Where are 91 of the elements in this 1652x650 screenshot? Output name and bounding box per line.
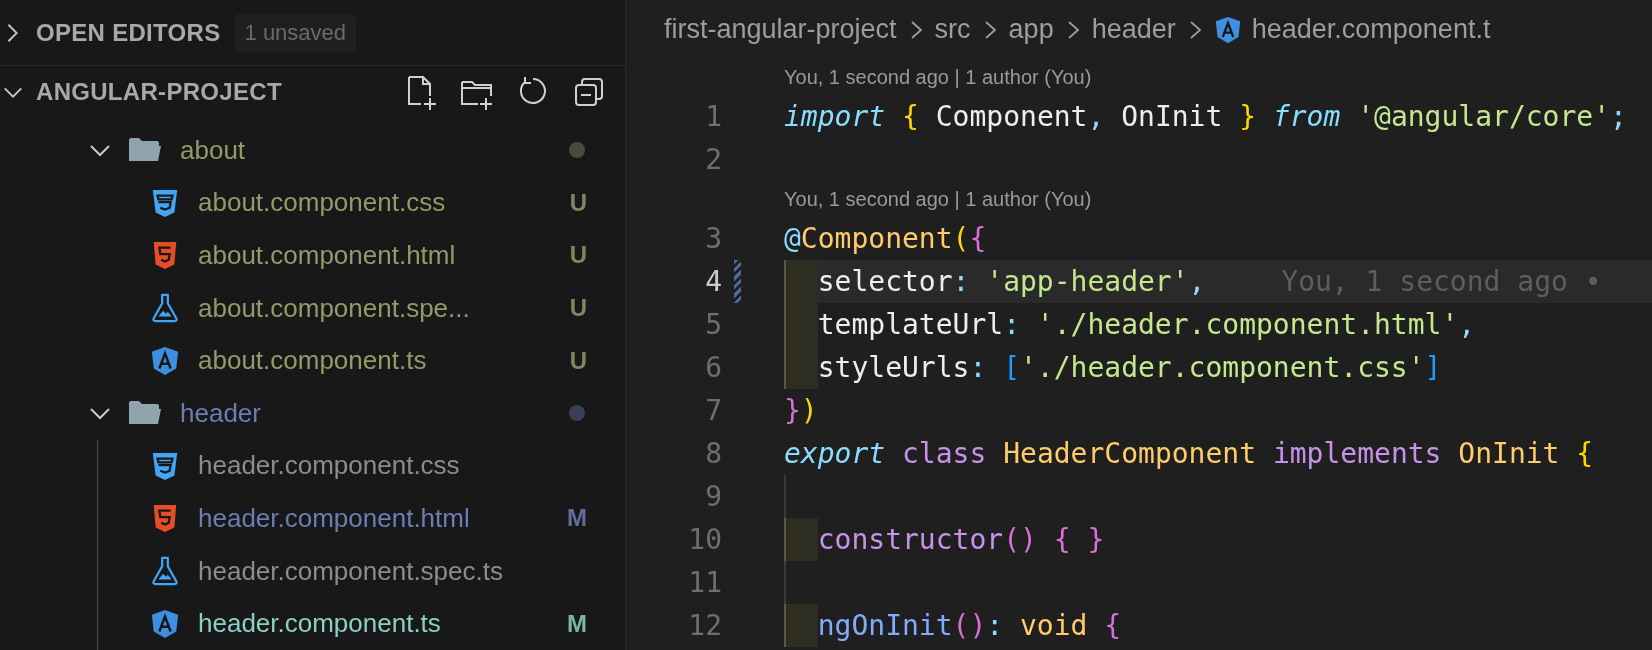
- code-token: styleUrls: [817, 351, 970, 384]
- angular-icon: [150, 607, 180, 640]
- code-token: HeaderComponent: [1003, 437, 1258, 470]
- code-token: templateUrl: [817, 308, 1004, 341]
- line-number: 1: [704, 100, 722, 133]
- code-token: constructor: [817, 523, 1004, 556]
- file-name[interactable]: about.component.css: [198, 187, 446, 219]
- flask-icon: [150, 292, 180, 325]
- line-number: 5: [704, 308, 722, 341]
- code-token: selector: [817, 265, 953, 298]
- line-number: 7: [704, 394, 722, 427]
- code-token: :: [1003, 308, 1021, 341]
- file-name[interactable]: about.component.ts: [198, 345, 427, 377]
- code-token: :: [969, 351, 988, 384]
- code-token: ngOnInit: [817, 609, 953, 642]
- indent-guide: [784, 346, 818, 389]
- code-token: (): [952, 609, 987, 642]
- code-token: class: [902, 437, 988, 470]
- code-token: Component: [934, 100, 1088, 133]
- code-token: ): [800, 394, 818, 427]
- code-token: :: [952, 265, 971, 298]
- code-token: ;: [1610, 100, 1627, 133]
- line-number: 3: [704, 222, 722, 255]
- folder-icon: [128, 400, 162, 427]
- breadcrumb[interactable]: app: [1008, 14, 1054, 45]
- code-token: (: [952, 222, 970, 255]
- code-token: void: [1020, 609, 1089, 642]
- git-status: U: [569, 188, 587, 217]
- indent-guide: [784, 604, 818, 647]
- unsaved-badge: 1 unsaved: [234, 13, 357, 52]
- code-token: {: [902, 100, 919, 133]
- line-number: 9: [704, 480, 722, 513]
- git-status: M: [567, 504, 587, 533]
- code-token: from: [1271, 100, 1342, 133]
- line-number: 2: [704, 143, 722, 176]
- line-number: 11: [687, 566, 722, 599]
- breadcrumb[interactable]: src: [934, 14, 971, 45]
- angular-icon: [150, 344, 180, 377]
- codelens[interactable]: You, 1 second ago | 1 author (You): [784, 187, 1092, 211]
- file-name[interactable]: about.component.spe...: [198, 292, 470, 324]
- status-dot: [569, 142, 585, 159]
- code-token: export: [784, 437, 887, 470]
- code-token: ]: [1424, 351, 1442, 384]
- code-token: 'app-header': [986, 265, 1189, 298]
- git-status: U: [569, 346, 587, 375]
- breadcrumb[interactable]: header.component.t: [1251, 14, 1491, 45]
- angular-icon: [1213, 14, 1242, 45]
- file-name[interactable]: header.component.spec.ts: [198, 555, 503, 587]
- breadcrumb[interactable]: header: [1091, 14, 1176, 45]
- code-token: ,: [1188, 265, 1206, 298]
- code-token: Component: [800, 222, 953, 255]
- git-status: U: [569, 241, 587, 270]
- status-dot: [569, 405, 585, 422]
- code-token: :: [986, 609, 1005, 642]
- code-token: @: [784, 222, 801, 255]
- line-number: 12: [687, 609, 722, 642]
- git-status: M: [567, 609, 587, 638]
- code-token: implements: [1272, 437, 1443, 470]
- breadcrumb[interactable]: first-angular-project: [664, 14, 897, 45]
- file-name[interactable]: about.component.html: [198, 240, 456, 271]
- code-token: {: [1104, 609, 1122, 642]
- code-token: OnInit: [1458, 437, 1561, 470]
- code-token: {: [1576, 437, 1594, 470]
- code-token: '@angular/core': [1357, 100, 1611, 133]
- code-token: './header.component.css': [1020, 351, 1425, 384]
- section-title[interactable]: ANGULAR-PROJECT: [36, 78, 282, 106]
- line-number: 4: [704, 265, 722, 298]
- folder-name[interactable]: about: [180, 134, 246, 166]
- code-token: {: [969, 222, 987, 255]
- file-name[interactable]: header.component.ts: [198, 608, 441, 640]
- indent-guide: [784, 518, 818, 561]
- codelens[interactable]: You, 1 second ago | 1 author (You): [784, 65, 1092, 89]
- folder-name[interactable]: header: [180, 397, 261, 429]
- folder-icon: [128, 137, 162, 164]
- file-name[interactable]: header.component.css: [198, 450, 460, 482]
- code-token: import: [784, 100, 887, 133]
- line-number: 6: [704, 351, 722, 384]
- file-name[interactable]: header.component.html: [198, 502, 470, 534]
- code-token: [: [1003, 351, 1020, 384]
- code-token: ,: [1458, 308, 1476, 341]
- code-token: OnInit: [1120, 100, 1224, 133]
- flask-icon: [150, 555, 180, 588]
- section-title[interactable]: OPEN EDITORS: [36, 18, 221, 47]
- code-token: }: [784, 394, 801, 427]
- line-number: 8: [704, 437, 722, 470]
- code-token: ,: [1087, 100, 1105, 133]
- line-number: 10: [687, 523, 722, 556]
- code-token: () { }: [1003, 523, 1105, 556]
- code-token: }: [1239, 100, 1257, 133]
- code-token: './header.component.html': [1036, 308, 1459, 341]
- git-status: U: [569, 294, 587, 323]
